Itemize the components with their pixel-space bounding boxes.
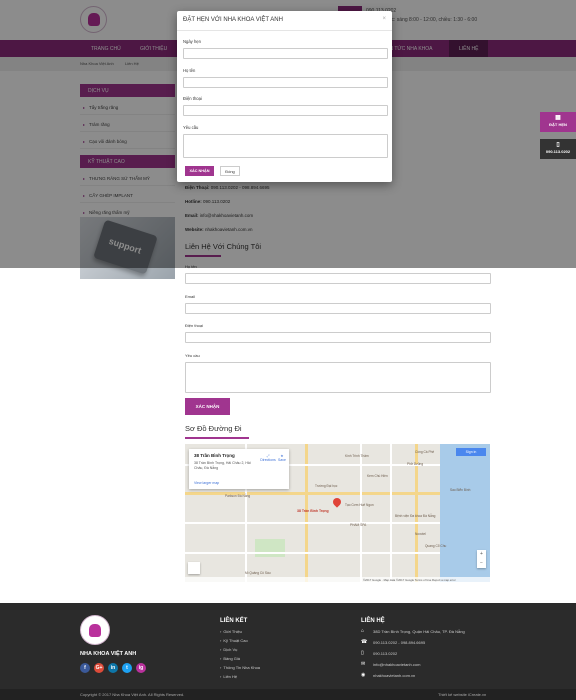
modal-request-label: Yêu cầu — [183, 125, 199, 130]
modal-name-label: Họ tên — [183, 68, 196, 73]
close-icon[interactable]: × — [382, 16, 386, 22]
footer-link-pricing[interactable]: Bảng Giá — [220, 656, 240, 661]
map-info-card: 38 Trần Bình Trọng 38 Trần Bình Trọng, H… — [189, 449, 289, 489]
phone-label: Điện thoại — [185, 323, 204, 328]
floating-book-button[interactable]: ▦ ĐẶT HẸN — [540, 112, 576, 132]
road — [360, 444, 362, 582]
home-icon: ⌂ — [361, 628, 365, 634]
phone-icon: ▯ — [556, 142, 560, 148]
footer-link-about[interactable]: Giới Thiệu — [220, 629, 242, 634]
map-place-label: Bệnh viện Đa khoa Đà Nẵng — [395, 514, 436, 518]
modal-phone-field[interactable] — [183, 105, 388, 116]
zoom-in-icon[interactable]: + — [480, 551, 483, 557]
mobile-icon: ▯ — [361, 650, 364, 656]
footer-website[interactable]: nhakhoavietanh.com.vn — [373, 673, 415, 678]
map-place-label: Cồng Cà Phê — [415, 450, 435, 454]
request-field[interactable] — [185, 362, 491, 393]
modal-title: ĐẶT HẸN VỚI NHA KHOA VIỆT ANH — [183, 17, 283, 23]
map-pin-label: 38 Trần Bình Trọng — [297, 509, 329, 513]
map-pin-icon[interactable] — [331, 496, 343, 508]
phone-field[interactable] — [185, 332, 491, 343]
map-place-label: Mì Quảng Cô Sáu — [245, 571, 271, 575]
submit-button[interactable]: XÁC NHẬN — [185, 398, 230, 415]
map-card-address: 38 Trần Bình Trọng, Hải Châu 2, Hải Châu… — [194, 461, 251, 470]
footer-brand: NHA KHOA VIỆT ANH — [80, 651, 137, 657]
map-title: Sơ Đồ Đường Đi — [185, 424, 242, 433]
modal-name-field[interactable] — [183, 77, 388, 88]
instagram-icon[interactable]: ig — [136, 663, 146, 673]
footer-logo[interactable] — [80, 615, 110, 645]
linkedin-icon[interactable]: in — [108, 663, 118, 673]
map-attribution: ©2017 Google · Map data ©2017 Google Ter… — [185, 577, 490, 582]
zoom-out-icon[interactable]: − — [480, 560, 483, 566]
globe-icon: ◉ — [361, 672, 366, 678]
twitter-icon[interactable]: t — [122, 663, 132, 673]
road — [390, 444, 392, 582]
footer-link-tech[interactable]: Kỹ Thuật Cao — [220, 638, 247, 643]
tooth-icon — [89, 623, 101, 637]
appointment-modal: ĐẶT HẸN VỚI NHA KHOA VIỆT ANH × Ngày hẹn… — [177, 11, 392, 182]
map[interactable]: Cồng Cà Phê Kính Trình Thâm Phở Dzũng Pa… — [185, 444, 490, 582]
road — [185, 552, 440, 554]
footer-hotline: 090.113.0202 — [373, 651, 398, 656]
park-area — [255, 539, 285, 557]
mail-icon: ✉ — [361, 661, 366, 667]
google-plus-icon[interactable]: G+ — [94, 663, 104, 673]
map-place-label: Kính Trình Thâm — [345, 454, 369, 458]
save-button[interactable]: ★ Save — [277, 454, 287, 462]
footer-link-services[interactable]: Dịch Vụ — [220, 647, 237, 652]
sign-in-button[interactable]: Sign in — [456, 448, 486, 456]
footer: NHA KHOA VIỆT ANH f G+ in t ig LIÊN KẾT … — [0, 603, 576, 689]
footer-contact-title: LIÊN HỆ — [361, 618, 385, 624]
map-place-label: PHAM SPA — [350, 523, 367, 527]
road — [185, 522, 440, 524]
map-place-label: Trường Đại học — [315, 484, 338, 488]
request-label: Yêu cầu — [185, 353, 200, 358]
footer-phone: 090.113.0202 - 098.894.6695 — [373, 640, 426, 645]
map-place-label: Parkson Đà Nẵng — [225, 494, 251, 498]
modal-phone-label: Điện thoại — [183, 96, 202, 101]
copyright: Copyright © 2017 Nha Khoa Việt Anh. All … — [80, 692, 185, 697]
calendar-icon: ▦ — [555, 115, 561, 121]
email-label: Email — [185, 294, 196, 299]
footer-link-contact[interactable]: Liên Hệ — [220, 674, 237, 679]
map-place-label: Tạo Cơm Huế Ngon — [345, 503, 374, 507]
email-field[interactable] — [185, 303, 491, 314]
date-label: Ngày hẹn — [183, 39, 201, 44]
street-view-icon[interactable] — [188, 562, 200, 574]
modal-close-button[interactable]: Đóng — [220, 166, 240, 176]
name-field[interactable] — [185, 273, 491, 284]
map-place-label: Kem Chú Hiền — [367, 474, 388, 478]
footer-links-title: LIÊN KẾT — [220, 618, 248, 624]
modal-submit-button[interactable]: XÁC NHẬN — [185, 166, 214, 176]
floating-call-button[interactable]: ▯ 090.113.0202 — [540, 139, 576, 159]
main-road — [185, 492, 440, 495]
modal-request-field[interactable] — [183, 134, 388, 158]
larger-map-link[interactable]: View larger map — [194, 481, 219, 485]
map-title-rule — [185, 437, 249, 439]
designer-credit[interactable]: Thiết kế website iCreate.vn — [438, 692, 486, 697]
map-place-label: Novotel — [415, 532, 426, 536]
map-place-label: Quang Cổ Chu — [425, 544, 447, 548]
facebook-icon[interactable]: f — [80, 663, 90, 673]
map-place-label: Phở Dzũng — [407, 462, 424, 466]
footer-link-info[interactable]: Thông Tin Nha Khoa — [220, 665, 260, 670]
phone-icon: ☎ — [361, 639, 368, 645]
footer-bottom: Copyright © 2017 Nha Khoa Việt Anh. All … — [0, 689, 576, 700]
footer-address: 38D Trần Bình Trọng, Quận Hải Châu, TP. … — [373, 629, 465, 634]
date-field[interactable] — [183, 48, 388, 59]
footer-email[interactable]: info@nhakhoavietanh.com — [373, 662, 420, 667]
map-place-label: Sao Biển Bình — [450, 488, 471, 492]
zoom-control[interactable]: + − — [477, 550, 486, 568]
modal-divider — [177, 30, 392, 31]
directions-button[interactable]: ⤢ Directions — [259, 454, 277, 462]
